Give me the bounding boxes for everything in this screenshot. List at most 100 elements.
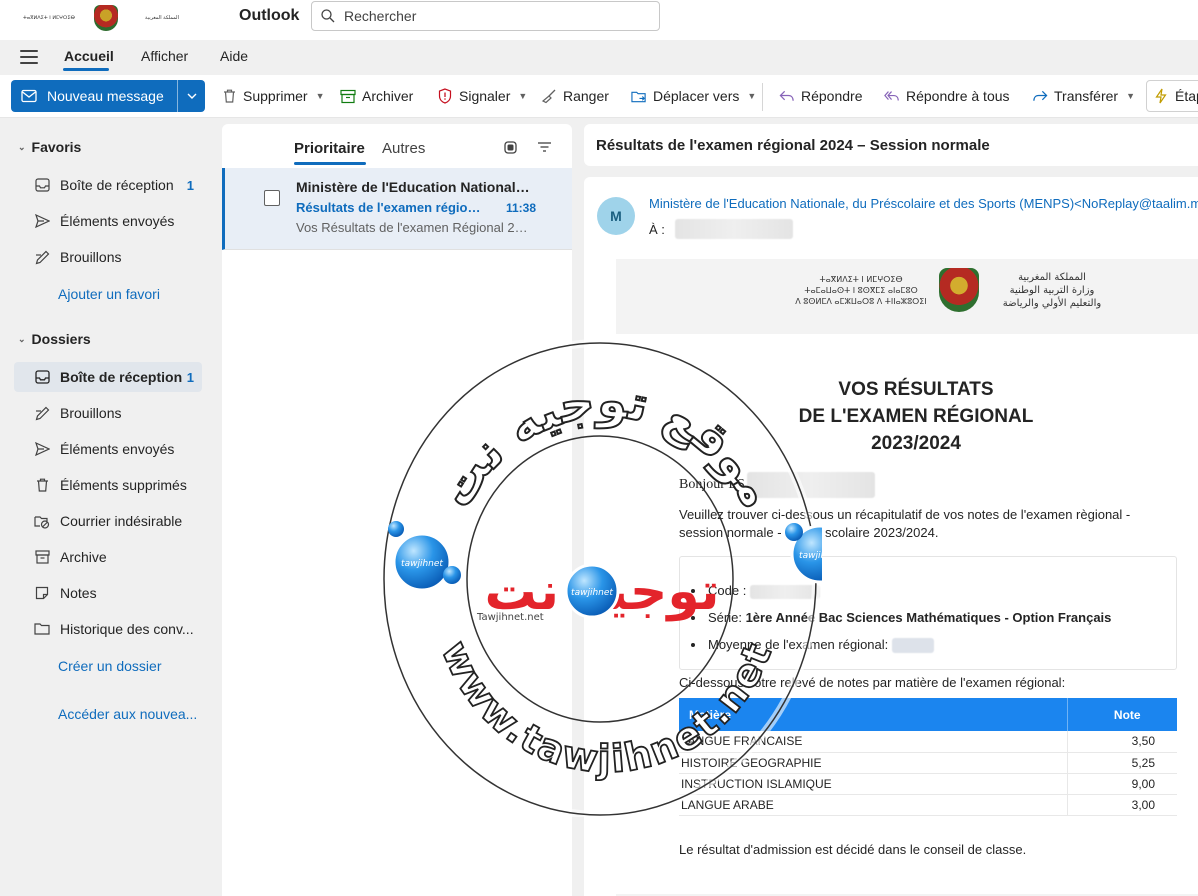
redacted-name bbox=[746, 472, 875, 498]
message-subject: Résultats de l'examen régional 2024 – Se… bbox=[296, 200, 486, 215]
tab-focused[interactable]: Prioritaire bbox=[294, 140, 365, 157]
chevron-down-icon bbox=[187, 93, 196, 99]
create-folder-link[interactable]: Créer un dossier bbox=[58, 658, 162, 674]
to-label: À : bbox=[649, 221, 665, 237]
info-moyenne: Moyenne de l'examen régional: bbox=[706, 631, 1111, 658]
search-box[interactable] bbox=[311, 1, 660, 31]
folder-conversation-history[interactable]: Historique des conv... bbox=[14, 614, 202, 644]
unread-count: 1 bbox=[186, 177, 194, 193]
folder-junk[interactable]: Courrier indésirable bbox=[14, 506, 202, 536]
forward-label: Transférer bbox=[1054, 88, 1119, 104]
favorite-drafts[interactable]: Brouillons bbox=[14, 242, 202, 272]
reading-pane: M Ministère de l'Education Nationale, du… bbox=[584, 177, 1198, 896]
favorite-inbox[interactable]: Boîte de réception 1 bbox=[14, 170, 202, 200]
search-icon bbox=[320, 8, 336, 24]
grade-cell: 9,00 bbox=[1066, 773, 1177, 795]
lightning-icon bbox=[1153, 88, 1169, 104]
folder-drafts[interactable]: Brouillons bbox=[14, 398, 202, 428]
top-bar: ⵜⴰⴳⵍⴷⵉⵜ ⵏ ⵍⵎⵖⵔⵉⴱ المملكة المغربية Outloo… bbox=[0, 0, 1198, 40]
tab-afficher[interactable]: Afficher bbox=[141, 48, 188, 64]
toolbar: Nouveau message Supprimer ▼ Archiver Sign… bbox=[0, 75, 1198, 118]
folder-deleted[interactable]: Éléments supprimés bbox=[14, 470, 202, 500]
message-item[interactable]: Ministère de l'Education Nationale, du P… bbox=[222, 168, 572, 250]
quick-steps-button[interactable]: Étap bbox=[1146, 80, 1198, 112]
menu-icon[interactable] bbox=[20, 50, 38, 64]
favorite-sent[interactable]: Éléments envoyés bbox=[14, 206, 202, 236]
archive-icon bbox=[34, 549, 50, 565]
forward-button[interactable]: Transférer ▼ bbox=[1032, 88, 1135, 104]
filter-icon[interactable] bbox=[536, 139, 552, 155]
tab-aide[interactable]: Aide bbox=[220, 48, 248, 64]
app-name[interactable]: Outlook bbox=[239, 7, 299, 25]
crest-icon bbox=[939, 268, 979, 312]
archive-icon bbox=[340, 88, 356, 104]
focused-tab-indicator bbox=[294, 162, 366, 165]
table-row: LANGUE FRANCAISE 3,50 bbox=[679, 731, 1177, 753]
message-time: 11:38 bbox=[506, 201, 537, 215]
reply-all-icon bbox=[884, 88, 900, 104]
new-message-dropdown[interactable] bbox=[178, 93, 205, 99]
folder-junk-label: Courrier indésirable bbox=[60, 513, 183, 529]
chevron-down-icon: ⌄ bbox=[18, 333, 26, 344]
folder-icon bbox=[34, 621, 50, 637]
message-list: Prioritaire Autres Ministère de l'Educat… bbox=[222, 124, 572, 896]
favorite-sent-label: Éléments envoyés bbox=[60, 213, 175, 229]
sweep-button[interactable]: Ranger bbox=[541, 88, 609, 104]
result-title-line-1: VOS RÉSULTATS bbox=[838, 379, 994, 400]
message-preview: Vos Résultats de l'examen Régional 2023/… bbox=[296, 220, 532, 235]
folder-move-icon bbox=[631, 88, 647, 104]
subject-cell: LANGUE FRANCAISE bbox=[679, 731, 1067, 753]
folder-drafts-label: Brouillons bbox=[60, 405, 122, 421]
pencil-icon bbox=[34, 405, 50, 421]
new-message-button[interactable]: Nouveau message bbox=[11, 80, 205, 112]
move-to-button[interactable]: Déplacer vers ▼ bbox=[631, 88, 756, 104]
folder-sent[interactable]: Éléments envoyés bbox=[14, 434, 202, 464]
new-message-main[interactable]: Nouveau message bbox=[11, 80, 177, 112]
letter-header-tifinagh: ⵜⴰⴳⵍⴷⵉⵜ ⵏ ⵍⵎⵖⵔⵉⴱ ⵜⴰⵎⴰⵡⴰⵙⵜ ⵏ ⵓⵙⴳⵎⵉ ⴰⵏⴰⵎⵓⵔ… bbox=[795, 274, 927, 306]
avatar[interactable]: M bbox=[597, 197, 635, 235]
junk-icon bbox=[34, 513, 50, 529]
add-favorite-link[interactable]: Ajouter un favori bbox=[58, 286, 160, 302]
folders-header[interactable]: ⌄ Dossiers bbox=[18, 331, 91, 347]
delete-button[interactable]: Supprimer ▼ bbox=[221, 88, 325, 104]
tab-accueil[interactable]: Accueil bbox=[64, 48, 114, 64]
favorites-header[interactable]: ⌄ Favoris bbox=[18, 139, 81, 155]
brand-arabic: المملكة المغربية bbox=[145, 15, 179, 21]
delete-label: Supprimer bbox=[243, 88, 308, 104]
recipient-row: À : bbox=[649, 219, 793, 239]
subject-cell: INSTRUCTION ISLAMIQUE bbox=[679, 773, 1067, 795]
reply-all-label: Répondre à tous bbox=[906, 88, 1010, 104]
info-serie: Série: 1ère Année Bac Sciences Mathémati… bbox=[706, 604, 1111, 631]
select-mode-icon[interactable] bbox=[502, 139, 518, 155]
sender-address[interactable]: Ministère de l'Education Nationale, du P… bbox=[649, 196, 1198, 211]
reading-subject: Résultats de l'examen régional 2024 – Se… bbox=[584, 124, 1198, 166]
table-row: LANGUE ARABE 3,00 bbox=[679, 794, 1177, 816]
archive-button[interactable]: Archiver bbox=[340, 88, 413, 104]
favorites-title: Favoris bbox=[31, 139, 82, 155]
reply-button[interactable]: Répondre bbox=[779, 88, 863, 104]
folder-archive-label: Archive bbox=[60, 549, 107, 565]
shield-icon bbox=[437, 88, 453, 104]
message-checkbox[interactable] bbox=[264, 190, 280, 206]
subject-cell: HISTOIRE GEOGRAPHIE bbox=[679, 752, 1067, 774]
table-row: HISTOIRE GEOGRAPHIE 5,25 bbox=[679, 752, 1177, 774]
report-label: Signaler bbox=[459, 88, 511, 104]
inbox-icon bbox=[34, 369, 50, 385]
folder-notes[interactable]: Notes bbox=[14, 578, 202, 608]
report-button[interactable]: Signaler ▼ bbox=[437, 88, 527, 104]
admission-note: Le résultat d'admission est décidé dans … bbox=[679, 842, 1027, 857]
folder-inbox[interactable]: Boîte de réception 1 bbox=[14, 362, 202, 392]
letter-header-logo: ⵜⴰⴳⵍⴷⵉⵜ ⵏ ⵍⵎⵖⵔⵉⴱ ⵜⴰⵎⴰⵡⴰⵙⵜ ⵏ ⵓⵙⴳⵎⵉ ⴰⵏⴰⵎⵓⵔ… bbox=[791, 265, 1141, 315]
folder-archive[interactable]: Archive bbox=[14, 542, 202, 572]
tab-other[interactable]: Autres bbox=[382, 140, 425, 157]
table-row: INSTRUCTION ISLAMIQUE 9,00 bbox=[679, 773, 1177, 795]
access-new-link[interactable]: Accéder aux nouvea... bbox=[58, 706, 197, 722]
result-title-line-3: 2023/2024 bbox=[871, 433, 961, 454]
search-input[interactable] bbox=[344, 8, 644, 24]
grade-cell: 5,25 bbox=[1066, 752, 1177, 774]
folder-notes-label: Notes bbox=[60, 585, 97, 601]
result-title-line-2: DE L'EXAMEN RÉGIONAL bbox=[798, 406, 1034, 427]
forward-icon bbox=[1032, 88, 1048, 104]
reply-all-button[interactable]: Répondre à tous bbox=[884, 88, 1010, 104]
student-info-box: Code : Série: 1ère Année Bac Sciences Ma… bbox=[679, 556, 1177, 670]
